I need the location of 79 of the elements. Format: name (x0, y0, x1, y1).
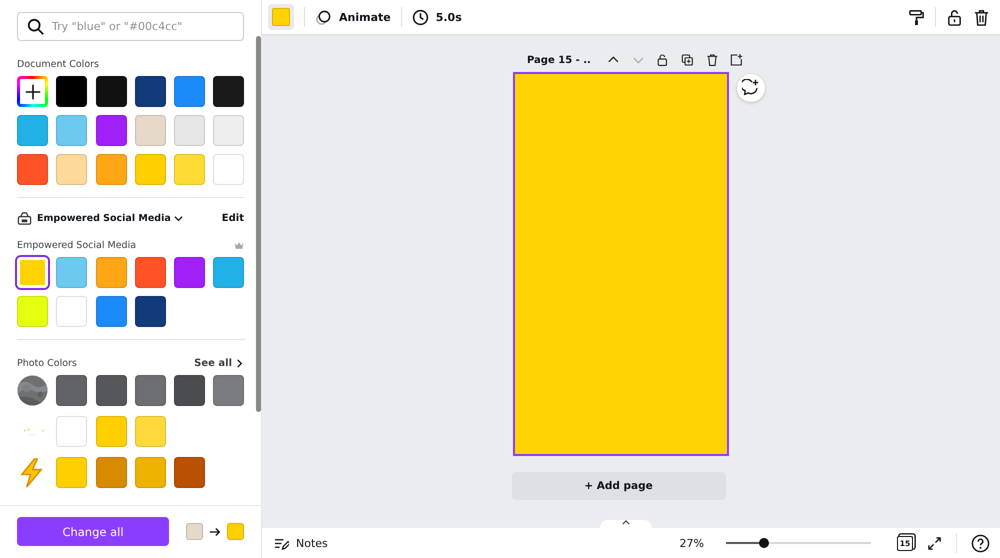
change-all-button[interactable]: Change all (17, 517, 169, 546)
color-swatch[interactable] (134, 375, 166, 406)
color-swatch[interactable] (56, 296, 88, 327)
color-swatch[interactable] (213, 154, 244, 185)
scrollbar[interactable] (256, 36, 261, 412)
chevron-down-icon (174, 214, 183, 223)
color-swatch[interactable] (134, 76, 166, 107)
color-swatch[interactable] (96, 296, 127, 327)
color-swatch[interactable] (174, 76, 206, 107)
trash-icon[interactable] (973, 8, 990, 26)
duration-button[interactable]: 5.0s (412, 8, 462, 26)
color-swatch[interactable] (96, 416, 127, 447)
circles-icon (315, 8, 332, 26)
color-swatch[interactable] (134, 296, 166, 327)
show-pages-tab[interactable] (600, 520, 652, 528)
color-swatch[interactable] (134, 115, 166, 146)
color-swatch[interactable] (134, 257, 166, 288)
palette-title: Empowered Social Media (17, 240, 136, 251)
add-page-icon[interactable] (730, 53, 743, 67)
color-swatch[interactable] (213, 115, 244, 146)
section-title: Document Colors (17, 59, 100, 70)
color-swatch[interactable] (174, 257, 206, 288)
color-swatch[interactable] (17, 257, 48, 288)
color-swatch[interactable] (213, 76, 244, 107)
paint-roller-icon[interactable] (908, 8, 925, 26)
notes-button[interactable]: Notes (274, 536, 328, 550)
search-field[interactable]: Try "blue" or "#00c4cc" (17, 12, 244, 41)
color-swatch[interactable] (56, 115, 88, 146)
trash-icon[interactable] (706, 53, 718, 67)
color-swatch[interactable] (134, 457, 166, 488)
color-swatch[interactable] (96, 457, 127, 488)
color-swatch[interactable] (17, 115, 48, 146)
color-swatch[interactable] (96, 115, 127, 146)
color-swatch[interactable] (96, 375, 127, 406)
see-all-link[interactable]: See all (194, 358, 244, 369)
add-color-button[interactable] (17, 76, 48, 107)
text-color-button[interactable] (268, 4, 294, 30)
design-page[interactable] (513, 72, 729, 456)
chevron-up-icon (622, 520, 630, 525)
crown-icon (234, 241, 244, 250)
color-swatch[interactable] (134, 154, 166, 185)
edit-button[interactable]: Edit (222, 213, 244, 224)
color-swatch[interactable] (134, 416, 166, 447)
lock-icon[interactable] (656, 53, 669, 67)
color-swatch[interactable] (96, 154, 127, 185)
chevron-right-icon (235, 359, 244, 368)
color-swatch[interactable] (56, 154, 88, 185)
brand-kit-dropdown[interactable]: Empowered Social Media (37, 213, 183, 224)
color-swatch[interactable] (174, 375, 206, 406)
color-swatch[interactable] (174, 457, 206, 488)
clock-icon (412, 8, 429, 26)
lock-icon[interactable] (946, 8, 963, 26)
color-swatch[interactable] (174, 154, 206, 185)
page-title[interactable]: Page 15 - .. (527, 54, 591, 66)
search-icon (27, 18, 45, 36)
color-swatch[interactable] (213, 375, 244, 406)
plus-icon (24, 82, 42, 100)
brand-kit-icon (17, 211, 32, 226)
zoom-percentage[interactable]: 27% (680, 536, 704, 550)
color-swatch[interactable] (56, 416, 88, 447)
add-comment-button[interactable] (737, 74, 765, 102)
fullscreen-icon[interactable] (927, 536, 942, 550)
duplicate-icon[interactable] (680, 53, 694, 67)
animate-button[interactable]: Animate (315, 8, 391, 26)
color-swatch[interactable] (56, 375, 88, 406)
color-swatch[interactable] (56, 457, 88, 488)
comment-plus-icon (742, 79, 760, 97)
color-swatch[interactable] (174, 115, 206, 146)
color-swatch[interactable] (213, 257, 244, 288)
color-swatch[interactable] (96, 257, 127, 288)
color-swatch[interactable] (96, 76, 127, 107)
color-swatch[interactable] (56, 257, 88, 288)
section-title: Photo Colors (17, 358, 77, 369)
add-page-button[interactable]: + Add page (512, 472, 726, 500)
color-swatch[interactable] (17, 154, 48, 185)
help-icon[interactable] (971, 534, 990, 552)
color-swatch[interactable] (17, 296, 48, 327)
color-swatch[interactable] (56, 76, 88, 107)
slider-thumb[interactable] (758, 538, 769, 548)
